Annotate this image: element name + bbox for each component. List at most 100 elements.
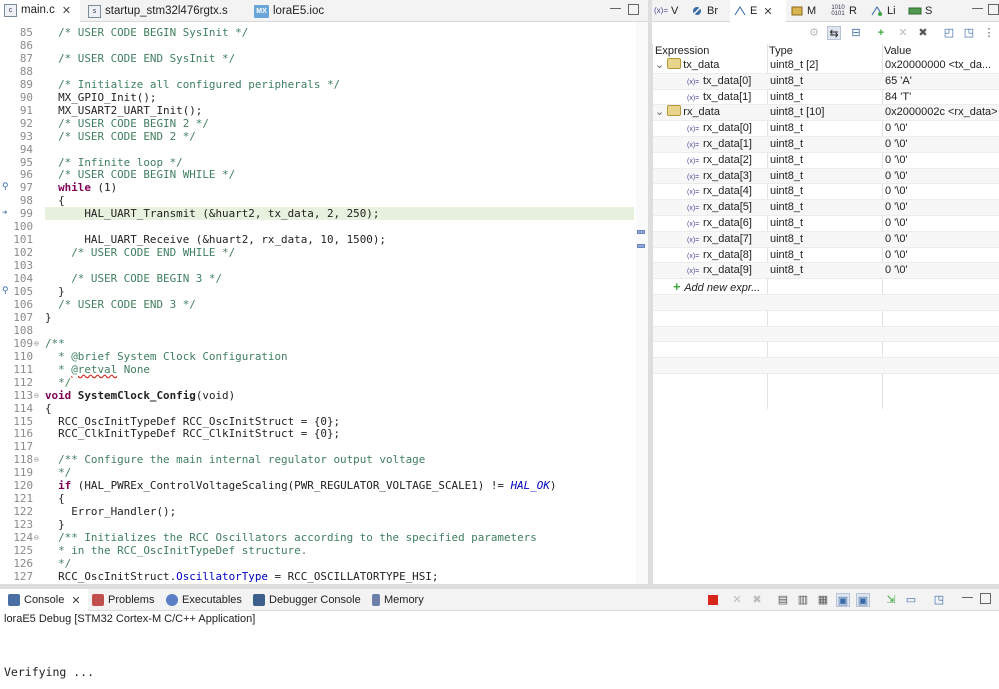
remove-launch-icon[interactable]: ✕	[730, 593, 744, 607]
show-on-output-icon[interactable]: ▣	[836, 593, 850, 607]
expression-row[interactable]: (x)= rx_data[7] uint8_t 0 '\0'	[653, 231, 999, 248]
code-line[interactable]: 103	[0, 259, 648, 272]
code-line[interactable]: 124 ⊖ /** Initializes the RCC Oscillators…	[0, 531, 648, 544]
breakpoint-icon[interactable]: ⚲	[2, 181, 9, 194]
maximize-icon[interactable]	[628, 4, 639, 15]
value-cell[interactable]: 0x2000002c <rx_data>	[885, 105, 999, 121]
ruler-marker[interactable]	[637, 230, 645, 234]
code-line[interactable]: 115 RCC_OscInitTypeDef RCC_OscInitStruct…	[0, 415, 648, 428]
collapse-all-icon[interactable]: ⊟	[849, 26, 863, 40]
breakpoint-icon[interactable]: ⚲	[2, 285, 9, 298]
value-cell[interactable]: 0 '\0'	[885, 121, 999, 137]
word-wrap-icon[interactable]: ▦	[816, 593, 830, 607]
code-line[interactable]: 89 /* Initialize all configured peripher…	[0, 78, 648, 91]
code-line[interactable]: 108	[0, 324, 648, 337]
code-line[interactable]: 118 ⊖ /** Configure the main internal reg…	[0, 453, 648, 466]
add-expression-icon[interactable]: +	[874, 26, 888, 40]
display-console-icon[interactable]: ▭	[904, 593, 918, 607]
column-header-expression[interactable]: Expression	[653, 44, 709, 58]
console-output[interactable]: loraE5 Debug [STM32 Cortex-M C/C++ Appli…	[0, 611, 999, 689]
open-console-icon[interactable]: ◳	[932, 593, 946, 607]
tab-lorae5-ioc[interactable]: MX loraE5.ioc	[250, 0, 340, 22]
code-line[interactable]: 106 /* USER CODE END 3 */	[0, 298, 648, 311]
code-line[interactable]: 98 {	[0, 194, 648, 207]
fold-toggle-icon[interactable]: ⊖	[34, 389, 39, 402]
close-icon[interactable]: ✕	[62, 4, 71, 17]
show-type-names-icon[interactable]: ⚙	[807, 26, 821, 40]
remove-all-launches-icon[interactable]: ✖	[750, 593, 764, 607]
code-line[interactable]: 94	[0, 143, 648, 156]
code-line[interactable]: 87 /* USER CODE END SysInit */	[0, 52, 648, 65]
code-line[interactable]: 121 {	[0, 492, 648, 505]
code-line[interactable]: 126 */	[0, 557, 648, 570]
open-new-view-icon[interactable]: ◰	[942, 26, 956, 40]
value-cell[interactable]: 65 'A'	[885, 74, 999, 90]
tab-registers[interactable]: 1010 0101 R	[830, 0, 857, 22]
expression-row[interactable]: (x)= rx_data[2] uint8_t 0 '\0'	[653, 153, 999, 169]
value-cell[interactable]: 0 '\0'	[885, 216, 999, 232]
fold-toggle-icon[interactable]: ⊖	[34, 337, 39, 350]
code-line[interactable]: 90 MX_GPIO_Init();	[0, 91, 648, 104]
code-line[interactable]: 93 /* USER CODE END 2 */	[0, 130, 648, 143]
expression-row[interactable]: (x)= rx_data[5] uint8_t 0 '\0'	[653, 200, 999, 216]
code-line[interactable]: 92 /* USER CODE BEGIN 2 */	[0, 117, 648, 130]
code-line[interactable]: 112 */	[0, 376, 648, 389]
scroll-lock-icon[interactable]: ▥	[796, 593, 810, 607]
overview-ruler[interactable]	[636, 22, 648, 584]
show-on-error-icon[interactable]: ▣	[856, 593, 870, 607]
expression-row[interactable]: (x)= rx_data[8] uint8_t 0 '\0'	[653, 248, 999, 264]
code-line[interactable]: 107}	[0, 311, 648, 324]
close-icon[interactable]: ✕	[71, 594, 80, 607]
expression-row[interactable]: (x)= rx_data[1] uint8_t 0 '\0'	[653, 137, 999, 153]
code-line[interactable]: 117	[0, 440, 648, 453]
column-header-value[interactable]: Value	[882, 44, 911, 58]
expression-row[interactable]: (x)= tx_data[1] uint8_t 84 'T'	[653, 90, 999, 106]
pin-console-icon[interactable]: ⇲	[884, 593, 898, 607]
fold-toggle-icon[interactable]: ⊖	[34, 531, 39, 544]
code-line[interactable]: 104 /* USER CODE BEGIN 3 */	[0, 272, 648, 285]
code-line[interactable]: 119 */	[0, 466, 648, 479]
value-cell[interactable]: 0 '\0'	[885, 248, 999, 264]
fold-toggle-icon[interactable]: ⊖	[34, 453, 39, 466]
value-cell[interactable]: 0 '\0'	[885, 184, 999, 200]
code-line[interactable]: 111 * @retval None	[0, 363, 648, 376]
code-line[interactable]: 96 /* USER CODE BEGIN WHILE */	[0, 168, 648, 181]
code-line[interactable]: 123 }	[0, 518, 648, 531]
pin-icon[interactable]: ◳	[962, 26, 976, 40]
tab-variables[interactable]: (x)= V	[654, 0, 678, 22]
value-cell[interactable]: 0 '\0'	[885, 200, 999, 216]
expression-row[interactable]: (x)= rx_data[4] uint8_t 0 '\0'	[653, 184, 999, 201]
remove-all-icon[interactable]: ✖	[916, 26, 930, 40]
show-logical-structure-icon[interactable]: ⇆	[827, 26, 841, 40]
add-expression-row[interactable]: + Add new expr...	[653, 279, 999, 295]
code-line[interactable]: 85 /* USER CODE BEGIN SysInit */	[0, 26, 648, 39]
expression-row[interactable]: ⌄ tx_data uint8_t [2] 0x20000000 <tx_da...	[653, 58, 999, 74]
ruler-marker[interactable]	[637, 244, 645, 248]
tab-executables[interactable]: Executables	[166, 589, 242, 611]
code-line[interactable]: 95 /* Infinite loop */	[0, 156, 648, 169]
code-line[interactable]: 122 Error_Handler();	[0, 505, 648, 518]
code-line[interactable]: 127 RCC_OscInitStruct.OscillatorType = R…	[0, 570, 648, 583]
expand-toggle-icon[interactable]: ⌄	[653, 59, 667, 71]
code-line[interactable]: 113 ⊖ void SystemClock_Config(void)	[0, 389, 648, 402]
code-line[interactable]: 100	[0, 220, 648, 233]
maximize-icon[interactable]	[980, 593, 991, 604]
value-cell[interactable]: 0 '\0'	[885, 169, 999, 185]
value-cell[interactable]: 0x20000000 <tx_da...	[885, 58, 999, 74]
tab-memory[interactable]: Memory	[372, 589, 424, 611]
tab-debugger-console[interactable]: Debugger Console	[253, 589, 361, 611]
maximize-icon[interactable]	[988, 4, 999, 15]
minimize-icon[interactable]	[962, 595, 973, 598]
code-line[interactable]: 116 RCC_ClkInitTypeDef RCC_ClkInitStruct…	[0, 427, 648, 440]
view-menu-icon[interactable]: ⋮	[982, 26, 996, 40]
value-cell[interactable]: 84 'T'	[885, 90, 999, 106]
code-line[interactable]: 120 if (HAL_PWREx_ControlVoltageScaling(…	[0, 479, 648, 492]
code-line[interactable]: 101 HAL_UART_Receive (&huart2, rx_data, …	[0, 233, 648, 246]
code-line[interactable]: 109 ⊖ /**	[0, 337, 648, 350]
code-line[interactable]: 91 MX_USART2_UART_Init();	[0, 104, 648, 117]
minimize-icon[interactable]	[972, 6, 983, 9]
expression-row[interactable]: (x)= rx_data[3] uint8_t 0 '\0'	[653, 168, 999, 185]
code-line[interactable]: 86	[0, 39, 648, 52]
minimize-icon[interactable]	[610, 6, 621, 9]
expression-row[interactable]: (x)= rx_data[9] uint8_t 0 '\0'	[653, 263, 999, 280]
